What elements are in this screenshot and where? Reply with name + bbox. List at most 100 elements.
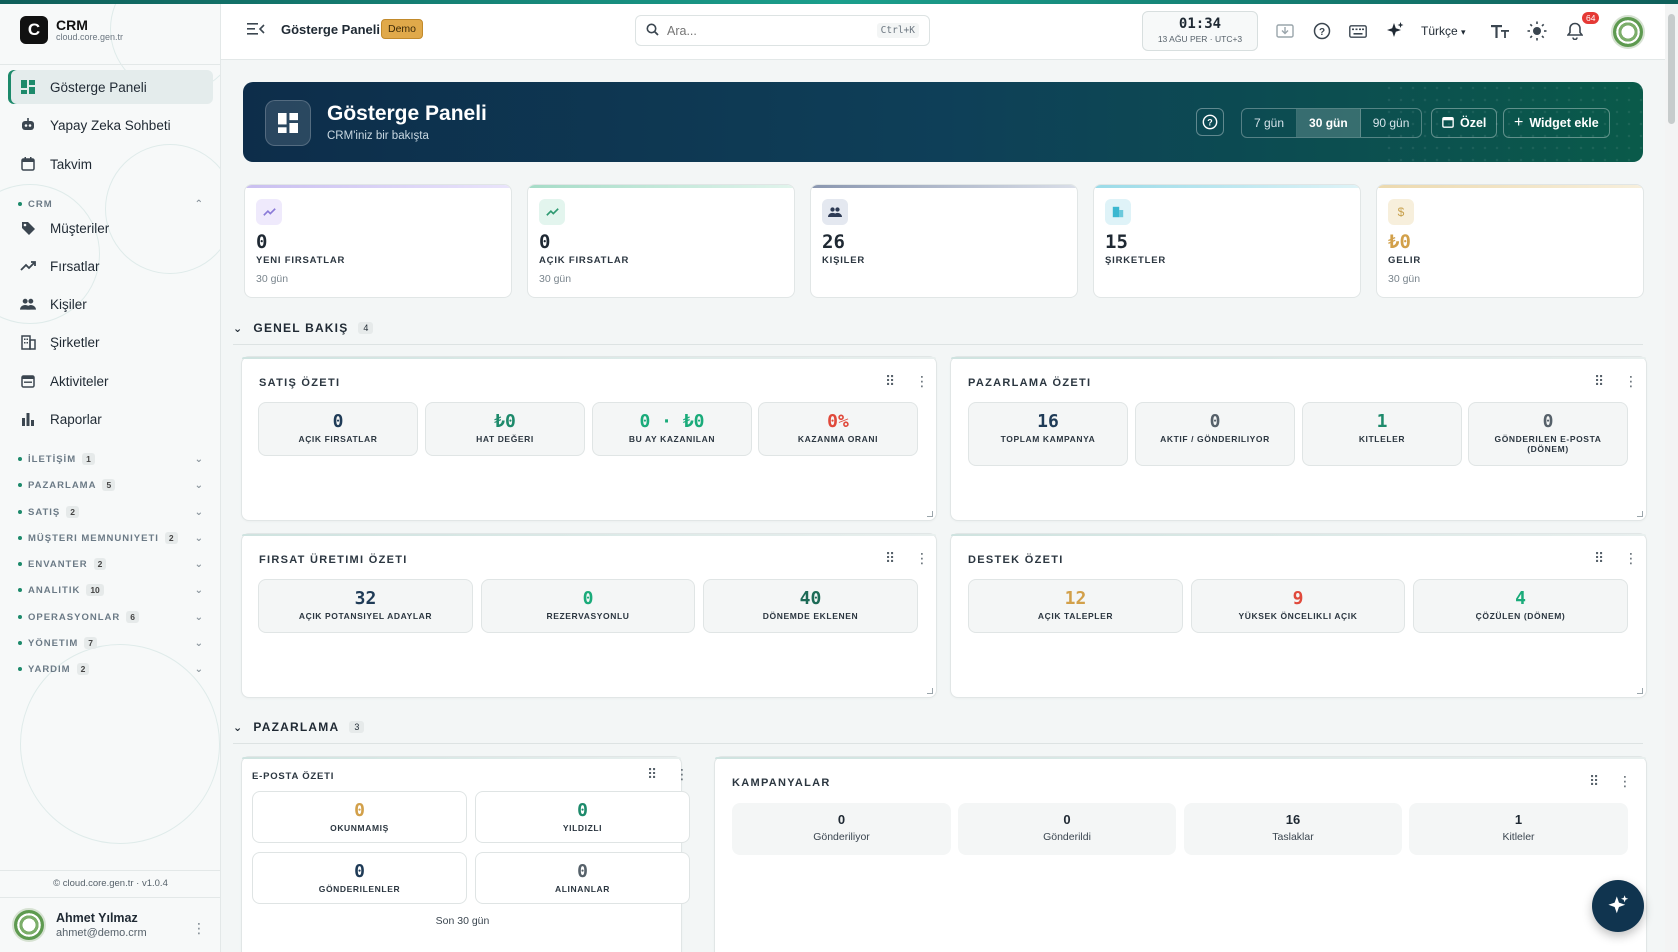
- sidebar-item-calendar[interactable]: Takvim: [8, 147, 213, 181]
- stat-label: YÜKSEK ÖNCELIKLI AÇIK: [1238, 611, 1358, 621]
- sidebar-group-analytics[interactable]: ANALITIK 10 ⌄: [18, 581, 204, 599]
- page-scrollbar[interactable]: [1665, 4, 1678, 952]
- drag-handle-icon[interactable]: ⠿: [1594, 373, 1605, 390]
- help-icon[interactable]: ?: [1196, 108, 1224, 136]
- support-summary-widget: DESTEK ÖZETI ⠿ ⋮ 12 AÇIK TALEPLER 9 YÜKSEK…: [950, 533, 1647, 698]
- drag-handle-icon[interactable]: ⠿: [1589, 773, 1600, 790]
- section-marketing-header[interactable]: ⌄ PAZARLAMA 3: [233, 717, 365, 737]
- chevron-down-icon: ⌄: [233, 721, 244, 734]
- more-vertical-icon[interactable]: ⋮: [1624, 550, 1639, 567]
- dashboard-icon: [20, 79, 36, 95]
- stat-value: 0 · ₺0: [639, 411, 705, 432]
- sidebar-group-help[interactable]: YARDIM 2 ⌄: [18, 660, 204, 678]
- range-90-days-button[interactable]: 90 gün: [1361, 109, 1422, 137]
- resize-handle[interactable]: [927, 511, 933, 517]
- sidebar-group-sales[interactable]: SATIŞ 2 ⌄: [18, 503, 204, 521]
- sidebar-item-contacts[interactable]: Kişiler: [8, 287, 213, 321]
- kpi-contacts[interactable]: 26 KIŞILER: [810, 184, 1078, 298]
- drag-handle-icon[interactable]: ⠿: [885, 373, 896, 390]
- stat-tile: 9 YÜKSEK ÖNCELIKLI AÇIK: [1191, 579, 1405, 633]
- font-size-icon[interactable]: [1489, 20, 1511, 42]
- stat-label: KITLELER: [1358, 434, 1406, 444]
- drag-handle-icon[interactable]: ⠿: [885, 550, 896, 567]
- range-30-days-button[interactable]: 30 gün: [1297, 109, 1361, 137]
- kpi-revenue[interactable]: $ ₺0 GELIR 30 gün: [1376, 184, 1644, 298]
- stat-value: 16: [1285, 812, 1301, 827]
- sidebar-item-activities[interactable]: Aktiviteler: [8, 364, 213, 398]
- stat-label: Gönderiliyor: [813, 831, 870, 843]
- sidebar-item-dashboard[interactable]: Gösterge Paneli: [8, 70, 213, 104]
- sidebar-group-management[interactable]: YÖNETIM 7 ⌄: [18, 634, 204, 652]
- people-icon: [822, 199, 848, 225]
- kpi-open-opportunities[interactable]: 0 AÇIK FIRSATLAR 30 gün: [527, 184, 795, 298]
- add-widget-button[interactable]: + Widget ekle: [1503, 108, 1610, 138]
- sidebar-item-opportunities[interactable]: Fırsatlar: [8, 249, 213, 283]
- chevron-up-icon: ⌃: [194, 198, 204, 210]
- more-vertical-icon[interactable]: ⋮: [915, 550, 930, 567]
- bell-icon[interactable]: [1564, 20, 1586, 42]
- more-vertical-icon[interactable]: ⋮: [675, 766, 690, 783]
- help-icon[interactable]: ?: [1311, 20, 1333, 42]
- group-dot: [18, 510, 22, 514]
- kpi-value: 26: [822, 231, 845, 253]
- stat-value: 0: [837, 812, 846, 827]
- sidebar-item-reports[interactable]: Raporlar: [8, 402, 213, 436]
- stat-value: 0: [1209, 411, 1221, 432]
- install-icon[interactable]: [1274, 20, 1296, 42]
- kpi-value: ₺0: [1388, 231, 1411, 253]
- language-label: Türkçe: [1421, 24, 1458, 38]
- search-input[interactable]: [667, 23, 869, 38]
- range-7-days-button[interactable]: 7 gün: [1242, 109, 1298, 137]
- sidebar-group-inventory[interactable]: ENVANTER 2 ⌄: [18, 555, 204, 573]
- more-vertical-icon[interactable]: ⋮: [1618, 773, 1633, 790]
- more-vertical-icon[interactable]: ⋮: [192, 920, 206, 937]
- sidebar-group-communication[interactable]: İLETİŞİM 1 ⌄: [18, 450, 204, 468]
- sidebar-group-marketing[interactable]: PAZARLAMA 5 ⌄: [18, 476, 204, 494]
- stat-tile: 0 GÖNDERILEN E-POSTA (DÖNEM): [1468, 402, 1628, 466]
- brand[interactable]: C CRM cloud.core.gen.tr: [20, 16, 123, 44]
- menu-collapse-icon[interactable]: [247, 22, 265, 41]
- stat-value: 0: [577, 800, 588, 821]
- drag-handle-icon[interactable]: ⠿: [647, 766, 658, 783]
- user-profile[interactable]: Ahmet Yılmaz ahmet@demo.crm: [12, 908, 147, 942]
- more-vertical-icon[interactable]: ⋮: [1624, 373, 1639, 390]
- clock-widget[interactable]: 01:34 13 AĞU PER · UTC+3: [1142, 11, 1258, 51]
- search-box[interactable]: Ctrl+K: [635, 15, 930, 46]
- scrollbar-thumb[interactable]: [1668, 14, 1675, 124]
- svg-text:?: ?: [1319, 27, 1325, 38]
- widget-title: E-POSTA ÖZETI: [252, 771, 335, 782]
- avatar[interactable]: [1611, 15, 1645, 49]
- kpi-accent-bar: [245, 185, 511, 188]
- sidebar-item-label: Müşteriler: [50, 220, 110, 236]
- sparkle-ai-icon[interactable]: [1384, 20, 1406, 42]
- brand-title: CRM: [56, 16, 88, 33]
- sidebar-item-ai-chat[interactable]: Yapay Zeka Sohbeti: [8, 108, 213, 142]
- theme-sun-icon[interactable]: [1526, 20, 1548, 42]
- kpi-period: 30 gün: [539, 273, 572, 285]
- widget-title: DESTEK ÖZETI: [968, 554, 1064, 566]
- section-title: GENEL BAKIŞ: [253, 321, 349, 335]
- language-select[interactable]: Türkçe ▾: [1421, 24, 1466, 38]
- sidebar-group-customer-satisfaction[interactable]: MÜŞTERI MEMNUNIYETI 2 ⌄: [18, 529, 204, 547]
- resize-handle[interactable]: [927, 688, 933, 694]
- sidebar-item-companies[interactable]: Şirketler: [8, 325, 213, 359]
- ai-assistant-fab[interactable]: [1592, 880, 1644, 932]
- page-title: Gösterge Paneli: [281, 22, 380, 37]
- sidebar-item-customers[interactable]: Müşteriler: [8, 211, 213, 245]
- stat-tile: 40 DÖNEMDE EKLENEN: [703, 579, 918, 633]
- stat-tile: 0 AÇIK FIRSATLAR: [258, 402, 418, 456]
- custom-range-button[interactable]: Özel: [1431, 108, 1498, 138]
- resize-handle[interactable]: [1637, 688, 1643, 694]
- stat-tile: 4 ÇÖZÜLEN (DÖNEM): [1413, 579, 1628, 633]
- kpi-companies[interactable]: 15 ŞIRKETLER: [1093, 184, 1361, 298]
- stat-label: OKUNMAMIŞ: [330, 823, 389, 833]
- stat-label: DÖNEMDE EKLENEN: [762, 611, 859, 621]
- section-count: 3: [349, 721, 365, 733]
- resize-handle[interactable]: [1637, 511, 1643, 517]
- more-vertical-icon[interactable]: ⋮: [915, 373, 930, 390]
- kpi-new-opportunities[interactable]: 0 YENI FIRSATLAR 30 gün: [244, 184, 512, 298]
- sidebar-group-operations[interactable]: OPERASYONLAR 6 ⌄: [18, 608, 204, 626]
- section-overview-header[interactable]: ⌄ GENEL BAKIŞ 4: [233, 318, 374, 338]
- keyboard-icon[interactable]: [1347, 20, 1369, 42]
- drag-handle-icon[interactable]: ⠿: [1594, 550, 1605, 567]
